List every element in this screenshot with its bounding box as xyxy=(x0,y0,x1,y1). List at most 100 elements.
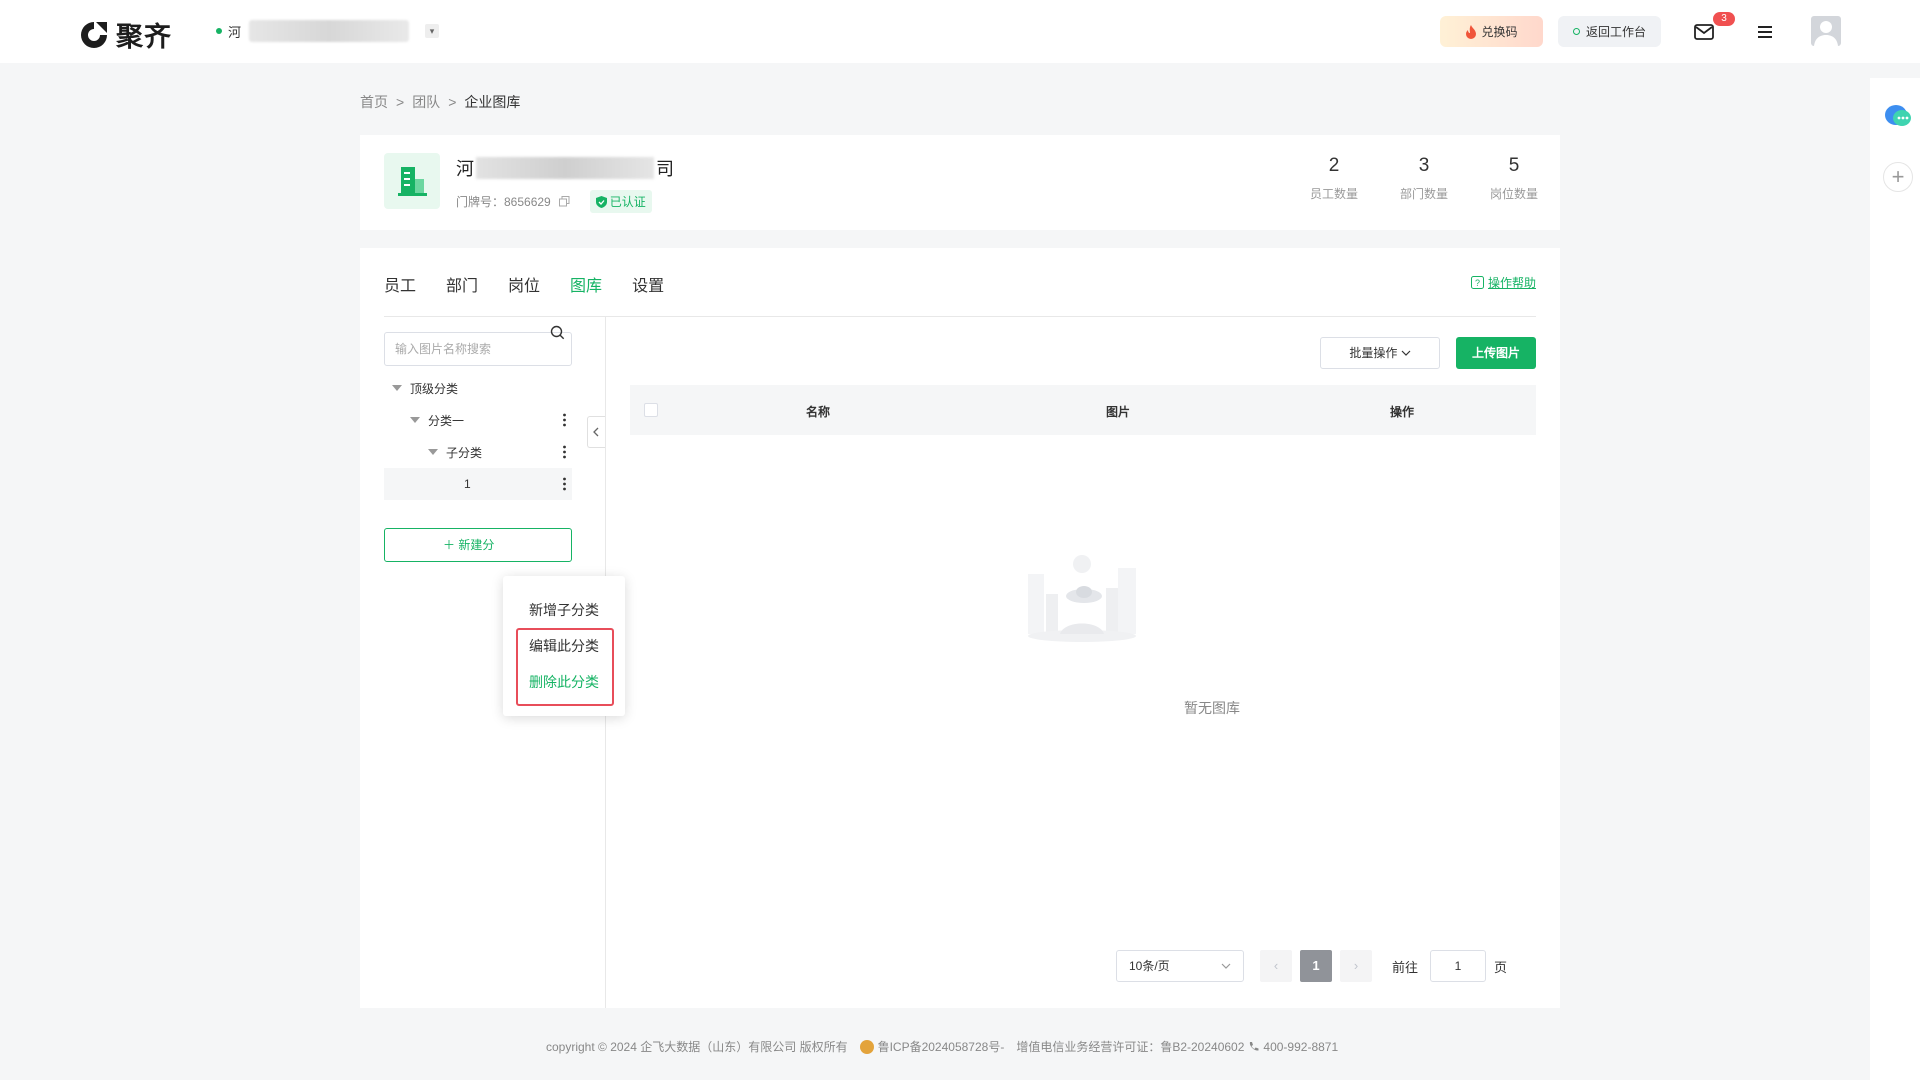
tree-node-label: 分类一 xyxy=(428,413,465,428)
tree-node-root[interactable]: 顶级分类 xyxy=(384,372,572,404)
org-switcher[interactable]: 河 ▾ xyxy=(216,20,440,42)
org-name-blurred xyxy=(249,20,410,42)
batch-actions-dropdown[interactable]: 批量操作 xyxy=(1320,337,1440,369)
hamburger-menu-icon[interactable] xyxy=(1755,22,1775,42)
stat-label: 员工数量 xyxy=(1310,187,1359,201)
status-ring-icon xyxy=(1572,28,1580,35)
user-silhouette-icon xyxy=(1814,21,1838,46)
tab-departments[interactable]: 部门 xyxy=(446,272,478,296)
category-context-menu: 新增子分类 编辑此分类 删除此分类 xyxy=(503,576,625,716)
next-page-button[interactable]: › xyxy=(1340,950,1372,982)
column-header-image: 图片 xyxy=(1106,405,1131,419)
collapse-panel-button[interactable] xyxy=(587,416,605,448)
batch-label: 批量操作 xyxy=(1349,346,1398,360)
gallery-panel: 员工 部门 岗位 图库 设置 ? 操作帮助 输入图片名称搜索 顶级分类 分类一 … xyxy=(360,248,1560,1008)
more-options-icon[interactable] xyxy=(563,477,566,491)
company-name: 河 司 xyxy=(456,155,674,181)
tab-employees[interactable]: 员工 xyxy=(384,272,416,296)
new-category-label: 新建分 xyxy=(458,538,495,552)
goto-label: 前往 xyxy=(1392,959,1419,975)
tab-settings[interactable]: 设置 xyxy=(632,272,664,296)
tab-positions[interactable]: 岗位 xyxy=(508,272,540,296)
company-card: 河 司 门牌号：8656629 已认证 2 员工数量 3 部门数量 5 岗位数量 xyxy=(360,135,1560,230)
category-tree: 顶级分类 分类一 子分类 1 xyxy=(384,372,572,500)
mail-count-badge: 3 xyxy=(1713,12,1735,26)
stat-label: 部门数量 xyxy=(1400,187,1449,201)
breadcrumb: 首页 > 团队 > 企业图库 xyxy=(360,92,520,112)
company-stats: 2 员工数量 3 部门数量 5 岗位数量 xyxy=(1310,155,1538,202)
back-label: 返回工作台 xyxy=(1585,25,1646,39)
expand-triangle-icon[interactable] xyxy=(410,417,420,423)
logo-icon xyxy=(81,21,107,48)
expand-triangle-icon[interactable] xyxy=(392,385,402,391)
empty-state-illustration xyxy=(1028,555,1136,642)
tab-gallery[interactable]: 图库 xyxy=(570,272,602,296)
column-header-actions: 操作 xyxy=(1390,405,1415,419)
tree-node-label: 1 xyxy=(464,477,471,491)
footer-license: 增值电信业务经营许可证：鲁B2-20240602 xyxy=(1016,1040,1245,1054)
door-number: 门牌号：8656629 xyxy=(456,195,551,209)
pagination: 10条/页 ‹ 1 › 前往 1 页 xyxy=(1116,950,1507,982)
breadcrumb-current: 企业图库 xyxy=(464,94,521,110)
chevron-down-icon xyxy=(1221,963,1231,969)
tree-node-label: 子分类 xyxy=(446,445,483,460)
tree-node-level2[interactable]: 子分类 xyxy=(384,436,572,468)
highlight-box xyxy=(516,628,614,706)
company-name-blurred xyxy=(476,157,654,179)
stat-positions[interactable]: 5 岗位数量 xyxy=(1490,155,1538,202)
org-name-prefix: 河 xyxy=(228,24,242,40)
mail-icon[interactable] xyxy=(1693,21,1715,43)
prev-page-button[interactable]: ‹ xyxy=(1260,950,1292,982)
table-header: 名称 图片 操作 xyxy=(630,385,1536,435)
user-avatar[interactable] xyxy=(1811,16,1841,46)
company-name-prefix: 河 xyxy=(456,159,474,179)
help-label: 操作帮助 xyxy=(1487,276,1536,290)
company-name-suffix: 司 xyxy=(656,159,674,179)
footer: copyright © 2024 企飞大数据（山东）有限公司 版权所有 鲁ICP… xyxy=(546,1038,1338,1055)
more-options-icon[interactable] xyxy=(563,445,566,459)
brand-logo[interactable]: 聚齐 xyxy=(78,15,172,54)
chat-assistant-icon[interactable] xyxy=(1884,104,1912,128)
copy-icon[interactable] xyxy=(558,196,570,207)
stat-employees[interactable]: 2 员工数量 xyxy=(1310,155,1358,202)
svg-text:?: ? xyxy=(1475,278,1480,288)
expand-triangle-icon[interactable] xyxy=(428,449,438,455)
search-icon[interactable] xyxy=(550,325,565,340)
shield-check-icon xyxy=(595,195,607,208)
verified-badge: 已认证 xyxy=(589,190,652,213)
page-button-current[interactable]: 1 xyxy=(1300,950,1332,982)
caret-down-icon[interactable]: ▾ xyxy=(425,24,440,38)
category-panel: 输入图片名称搜索 顶级分类 分类一 子分类 1 ＋ 新建分 新增子分类 编辑此分… xyxy=(360,316,625,1008)
help-link[interactable]: ? 操作帮助 xyxy=(1470,274,1536,291)
menu-add-subcategory[interactable]: 新增子分类 xyxy=(529,600,599,620)
verified-label: 已认证 xyxy=(609,195,646,209)
breadcrumb-team[interactable]: 团队 xyxy=(412,92,440,112)
door-number-row: 门牌号：8656629 已认证 xyxy=(456,190,652,213)
select-all-checkbox[interactable] xyxy=(644,403,658,417)
fire-icon xyxy=(1466,24,1477,39)
image-search-input[interactable]: 输入图片名称搜索 xyxy=(384,332,572,366)
rail-add-icon[interactable]: + xyxy=(1883,162,1913,192)
tree-node-level3[interactable]: 1 xyxy=(384,468,572,500)
redeem-code-button[interactable]: 兑换码 xyxy=(1440,16,1543,47)
breadcrumb-separator: > xyxy=(396,94,405,110)
tree-node-label: 顶级分类 xyxy=(410,381,459,396)
tree-node-level1[interactable]: 分类一 xyxy=(384,404,572,436)
page-unit-label: 页 xyxy=(1494,959,1508,975)
upload-image-button[interactable]: 上传图片 xyxy=(1456,337,1536,369)
footer-phone: 400-992-8871 xyxy=(1263,1039,1339,1054)
back-to-workbench-button[interactable]: 返回工作台 xyxy=(1558,16,1661,47)
page-size-value: 10条/页 xyxy=(1129,959,1170,973)
stat-label: 岗位数量 xyxy=(1490,187,1539,201)
online-dot-icon xyxy=(216,28,222,34)
footer-icp[interactable]: 鲁ICP备2024058728号- xyxy=(878,1038,1005,1055)
goto-page-input[interactable]: 1 xyxy=(1430,950,1487,982)
building-icon xyxy=(398,167,427,196)
breadcrumb-home[interactable]: 首页 xyxy=(360,92,388,112)
new-category-button[interactable]: ＋ 新建分 xyxy=(384,528,572,562)
page-size-select[interactable]: 10条/页 xyxy=(1116,950,1244,982)
stat-value: 2 xyxy=(1328,155,1340,176)
more-options-icon[interactable] xyxy=(563,413,566,427)
stat-departments[interactable]: 3 部门数量 xyxy=(1400,155,1448,202)
stat-value: 3 xyxy=(1418,155,1430,176)
